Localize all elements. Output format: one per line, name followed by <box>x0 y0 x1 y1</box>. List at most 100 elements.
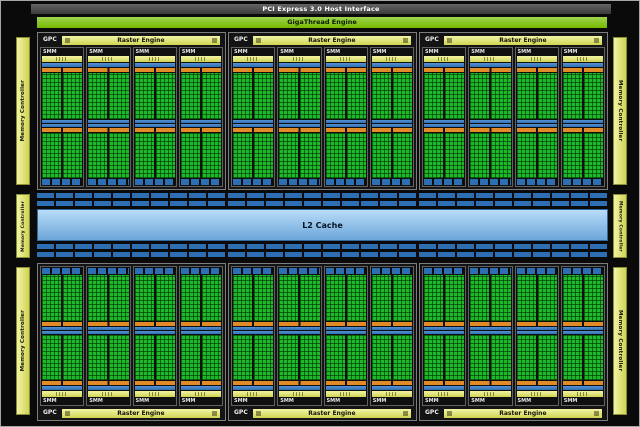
core-grid <box>42 275 82 321</box>
raster-engine-bar: Raster Engine <box>253 409 411 418</box>
instruction-buffer-bar <box>563 63 603 67</box>
core-grid-left-half <box>470 133 489 179</box>
rop-segment-row <box>37 244 226 249</box>
processing-block <box>424 128 464 179</box>
texture-units-bar <box>372 268 412 274</box>
texture-units-bar <box>135 179 175 185</box>
warp-scheduler-bar <box>181 128 221 132</box>
warp-scheduler-bar <box>233 381 273 385</box>
smm-label: SMM <box>181 398 196 404</box>
core-grid-left-half <box>88 133 107 179</box>
core-grid <box>181 335 221 381</box>
texture-units-bar <box>88 268 128 274</box>
core-grid-right-half <box>491 73 510 119</box>
shared-memory-bar <box>279 124 319 127</box>
core-grid <box>517 335 557 381</box>
rop-group <box>419 193 608 206</box>
core-grid <box>279 335 319 381</box>
core-grid-right-half <box>63 133 82 179</box>
shared-memory-bar <box>88 124 128 127</box>
processing-block <box>42 128 82 179</box>
smm-header: SMM <box>563 398 603 404</box>
core-grid-right-half <box>300 335 319 381</box>
smm-header: SMM <box>42 49 82 55</box>
core-grid-right-half <box>254 335 273 381</box>
warp-scheduler-bar <box>517 381 557 385</box>
core-grid-left-half <box>372 335 391 381</box>
core-grid <box>326 335 366 381</box>
instruction-buffer-bar <box>181 386 221 390</box>
smm-unit: SMM <box>86 47 130 187</box>
polymorph-engine-bar <box>470 56 510 62</box>
smm-header: SMM <box>135 49 175 55</box>
shared-memory-bar <box>42 327 82 330</box>
processing-block <box>563 68 603 119</box>
warp-scheduler-bar <box>279 322 319 326</box>
warp-scheduler-bar <box>326 128 366 132</box>
polymorph-engine-bar <box>326 391 366 397</box>
core-grid <box>181 275 221 321</box>
register-file-bar <box>88 331 128 334</box>
smm-header: SMM <box>88 398 128 404</box>
processing-block <box>181 275 221 326</box>
instruction-buffer-bar <box>135 386 175 390</box>
shared-memory-bar <box>563 124 603 127</box>
processing-block <box>372 275 412 326</box>
register-file-bar <box>135 331 175 334</box>
processing-block <box>424 335 464 386</box>
processing-block <box>135 68 175 119</box>
core-grid-left-half <box>135 275 154 321</box>
memory-controller-right-middle: Memory Controller <box>613 194 627 258</box>
rop-segment-row <box>419 252 608 257</box>
rop-band-top <box>37 193 608 206</box>
rop-segment-row <box>228 193 417 198</box>
polymorph-engine-bar <box>279 56 319 62</box>
memory-controller-left-top: Memory Controller <box>16 37 30 185</box>
core-grid <box>563 335 603 381</box>
core-grid-right-half <box>347 275 366 321</box>
processing-block <box>135 335 175 386</box>
core-grid-right-half <box>445 275 464 321</box>
smm-header: SMM <box>233 49 273 55</box>
texture-units-bar <box>326 179 366 185</box>
rop-group <box>37 244 226 257</box>
warp-scheduler-bar <box>42 128 82 132</box>
core-grid-left-half <box>88 275 107 321</box>
warp-scheduler-bar <box>135 381 175 385</box>
core-grid-right-half <box>156 133 175 179</box>
core-grid-right-half <box>300 275 319 321</box>
instruction-buffer-bar <box>181 63 221 67</box>
raster-engine-bar: Raster Engine <box>62 36 220 45</box>
smm-header: SMM <box>135 398 175 404</box>
smm-label: SMM <box>233 49 248 55</box>
polymorph-engine-bar <box>88 56 128 62</box>
core-grid <box>233 73 273 119</box>
polymorph-engine-bar <box>372 56 412 62</box>
core-grid-left-half <box>470 275 489 321</box>
register-file-bar <box>88 120 128 123</box>
instruction-buffer-bar <box>88 386 128 390</box>
register-file-bar <box>563 331 603 334</box>
smm-label: SMM <box>563 49 578 55</box>
processing-block <box>470 335 510 386</box>
rop-segment-row <box>37 252 226 257</box>
core-grid-right-half <box>445 73 464 119</box>
warp-scheduler-bar <box>279 128 319 132</box>
smm-unit: SMM <box>277 266 321 406</box>
texture-units-bar <box>563 268 603 274</box>
polymorph-engine-bar <box>424 391 464 397</box>
core-grid <box>470 133 510 179</box>
gpc-block: GPCRaster EngineSMMSMMSMMSMM <box>37 263 226 421</box>
register-file-bar <box>372 331 412 334</box>
core-grid-left-half <box>181 275 200 321</box>
texture-units-bar <box>42 179 82 185</box>
core-grid-right-half <box>445 335 464 381</box>
texture-units-bar <box>326 268 366 274</box>
shared-memory-bar <box>326 327 366 330</box>
smm-unit: SMM <box>40 47 84 187</box>
core-grid-left-half <box>42 335 61 381</box>
core-grid-left-half <box>424 133 443 179</box>
warp-scheduler-bar <box>233 322 273 326</box>
smm-label: SMM <box>88 398 103 404</box>
smm-label: SMM <box>470 49 485 55</box>
